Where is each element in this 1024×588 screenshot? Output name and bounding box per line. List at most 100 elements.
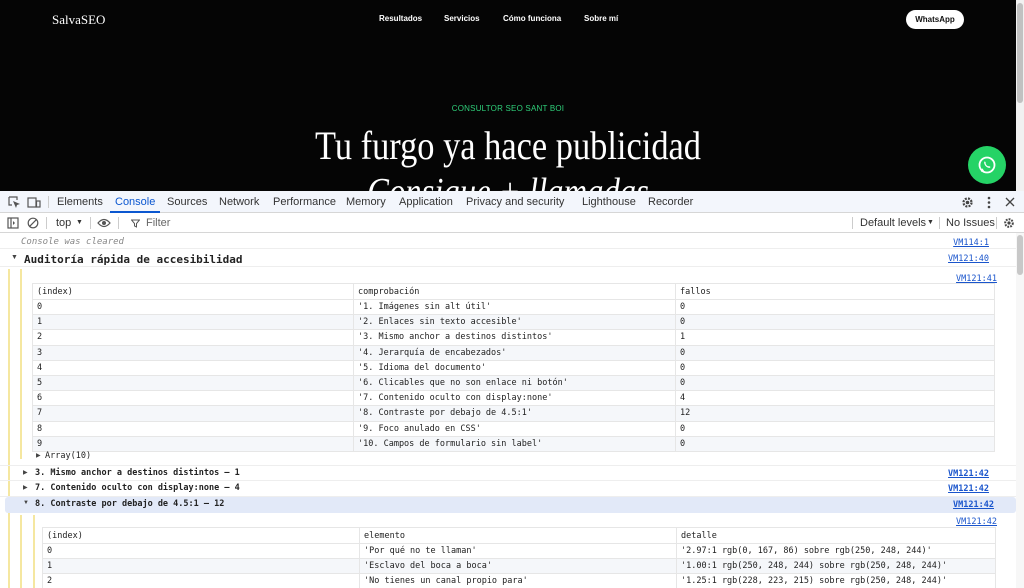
table-cell-detail: '1.00:1 rgb(250, 248, 244) sobre rgb(250… bbox=[676, 558, 996, 575]
separator bbox=[90, 217, 91, 229]
table-cell-index: 9 bbox=[32, 435, 354, 452]
collapsed-group-row[interactable]: ▶ 3. Mismo anchor a destinos distintos —… bbox=[0, 465, 1016, 481]
tab-privacy-security[interactable]: Privacy and security bbox=[466, 191, 564, 213]
issues-counter[interactable]: No Issues bbox=[946, 213, 995, 233]
nav-resultados[interactable]: Resultados bbox=[379, 14, 422, 23]
collapsed-triangle-icon[interactable]: ▶ bbox=[23, 484, 33, 491]
table-cell-index: 1 bbox=[42, 558, 360, 575]
table-cell-index: 2 bbox=[32, 329, 354, 346]
source-link[interactable]: VM121:42 bbox=[948, 484, 989, 494]
expand-triangle-icon[interactable]: ▼ bbox=[11, 254, 21, 261]
collapsed-group-row[interactable]: ▶ 7. Contenido oculto con display:none —… bbox=[0, 481, 1016, 497]
context-selector[interactable]: top bbox=[56, 213, 71, 233]
table-cell-detail: '2.97:1 rgb(0, 167, 86) sobre rgb(250, 2… bbox=[676, 542, 996, 560]
table-cell-element: 'Esclavo del boca a boca' bbox=[359, 558, 677, 575]
more-options-icon[interactable] bbox=[981, 194, 997, 210]
table-cell-index: 7 bbox=[32, 405, 354, 422]
table-header[interactable]: comprobación bbox=[353, 283, 676, 300]
tab-network[interactable]: Network bbox=[219, 191, 259, 213]
devtools-tabbar: Elements Console Sources Network Perform… bbox=[0, 191, 1024, 213]
tab-memory[interactable]: Memory bbox=[346, 191, 386, 213]
chevron-down-icon[interactable]: ▼ bbox=[927, 213, 934, 233]
table-cell-element: 'Por qué no te llaman' bbox=[359, 542, 677, 560]
table-cell-failures: 12 bbox=[675, 405, 995, 422]
table-cell-index: 1 bbox=[32, 314, 354, 331]
table-cell-index: 3 bbox=[32, 344, 354, 361]
nav-servicios[interactable]: Servicios bbox=[444, 14, 480, 23]
table-cell-check: '9. Foco anulado en CSS' bbox=[353, 420, 676, 437]
table-cell-check: '10. Campos de formulario sin label' bbox=[353, 435, 676, 452]
whatsapp-button[interactable]: WhatsApp bbox=[906, 10, 964, 29]
group-indent-bar bbox=[8, 269, 10, 588]
table-cell-check: '1. Imágenes sin alt útil' bbox=[353, 298, 676, 316]
console-cleared-row: Console was cleared VM114:1 bbox=[0, 235, 1016, 249]
table-cell-failures: 0 bbox=[675, 435, 995, 452]
table-cell-failures: 0 bbox=[675, 420, 995, 437]
source-link[interactable]: VM121:42 bbox=[956, 517, 997, 527]
chevron-down-icon[interactable]: ▼ bbox=[76, 213, 83, 233]
group-indent-bar bbox=[20, 269, 22, 459]
source-link[interactable]: VM114:1 bbox=[953, 238, 989, 248]
table-row: 6'7. Contenido oculto con display:none' 4 bbox=[32, 390, 995, 407]
site-logo[interactable]: SalvaSEO bbox=[52, 12, 105, 28]
hero-eyebrow: CONSULTOR SEO SANT BOI bbox=[451, 104, 565, 113]
tab-lighthouse[interactable]: Lighthouse bbox=[582, 191, 636, 213]
sidebar-toggle-icon[interactable] bbox=[5, 215, 21, 231]
nav-sobre-mi[interactable]: Sobre mí bbox=[584, 14, 618, 23]
page-scroll-thumb[interactable] bbox=[1017, 3, 1023, 103]
tab-sources[interactable]: Sources bbox=[167, 191, 207, 213]
table-row: 2 'No tienes un canal propio para' '1.25:1… bbox=[42, 573, 996, 588]
clear-console-icon[interactable] bbox=[25, 215, 41, 231]
collapsed-triangle-icon[interactable]: ▶ bbox=[23, 469, 33, 476]
table-cell-index: 0 bbox=[32, 298, 354, 316]
table-cell-index: 4 bbox=[32, 359, 354, 376]
console-scrollbar[interactable] bbox=[1016, 233, 1024, 588]
tab-performance[interactable]: Performance bbox=[273, 191, 336, 213]
table-cell-check: '6. Clicables que no son enlace ni botón… bbox=[353, 374, 676, 392]
table-header[interactable]: fallos bbox=[675, 283, 995, 300]
source-link[interactable]: VM121:42 bbox=[953, 500, 994, 510]
table-row: 0'1. Imágenes sin alt útil' 0 bbox=[32, 298, 995, 316]
expanded-group-row[interactable]: ▼ 8. Contraste por debajo de 4.5:1 — 12 … bbox=[5, 497, 1016, 513]
array-footer-row[interactable]: ▶ Array(10) bbox=[0, 451, 1016, 463]
table-header[interactable]: (index) bbox=[32, 283, 354, 300]
settings-gear-icon[interactable] bbox=[959, 194, 975, 210]
console-cleared-text: Console was cleared bbox=[21, 237, 124, 247]
table-header[interactable]: detalle bbox=[676, 527, 996, 544]
table-cell-check: '8. Contraste por debajo de 4.5:1' bbox=[353, 405, 676, 422]
tab-recorder[interactable]: Recorder bbox=[648, 191, 693, 213]
page-scrollbar[interactable] bbox=[1016, 0, 1024, 191]
table-cell-check: '3. Mismo anchor a destinos distintos' bbox=[353, 329, 676, 346]
source-link[interactable]: VM121:42 bbox=[948, 469, 989, 479]
source-link[interactable]: VM121:40 bbox=[948, 254, 989, 264]
separator bbox=[939, 217, 940, 229]
device-toolbar-icon[interactable] bbox=[26, 194, 42, 210]
table-header[interactable]: (index) bbox=[42, 527, 360, 544]
log-levels-dropdown[interactable]: Default levels bbox=[860, 213, 926, 233]
filter-input[interactable]: Filter bbox=[146, 213, 170, 233]
whatsapp-float-button[interactable] bbox=[968, 146, 1006, 184]
nav-como-funciona[interactable]: Cómo funciona bbox=[503, 14, 561, 23]
tab-application[interactable]: Application bbox=[399, 191, 453, 213]
separator bbox=[852, 217, 853, 229]
devtools-panel: Elements Console Sources Network Perform… bbox=[0, 191, 1024, 588]
tab-console[interactable]: Console bbox=[109, 191, 161, 213]
tab-elements[interactable]: Elements bbox=[57, 191, 103, 213]
expand-triangle-icon[interactable]: ▼ bbox=[23, 500, 33, 506]
array-footer[interactable]: Array(10) bbox=[45, 451, 91, 461]
console-scroll-thumb[interactable] bbox=[1017, 235, 1023, 275]
group-title: Auditoría rápida de accesibilidad bbox=[24, 253, 243, 266]
console-group-header[interactable]: ▼ Auditoría rápida de accesibilidad VM12… bbox=[0, 251, 1016, 267]
table-row: 0 'Por qué no te llaman' '2.97:1 rgb(0, 16… bbox=[42, 542, 996, 560]
table-cell-index: 0 bbox=[42, 542, 360, 560]
close-devtools-icon[interactable] bbox=[1002, 194, 1018, 210]
console-settings-icon[interactable] bbox=[1001, 215, 1017, 231]
table-cell-check: '4. Jerarquía de encabezados' bbox=[353, 344, 676, 361]
website-viewport: SalvaSEO Resultados Servicios Cómo funci… bbox=[0, 0, 1016, 191]
eye-icon[interactable] bbox=[96, 215, 112, 231]
hero-headline: Tu furgo ya hace publicidad bbox=[315, 123, 701, 168]
table-header[interactable]: elemento bbox=[359, 527, 677, 544]
inspect-element-icon[interactable] bbox=[6, 194, 22, 210]
table-row: 5'6. Clicables que no son enlace ni botó… bbox=[32, 374, 995, 392]
separator bbox=[46, 217, 47, 229]
